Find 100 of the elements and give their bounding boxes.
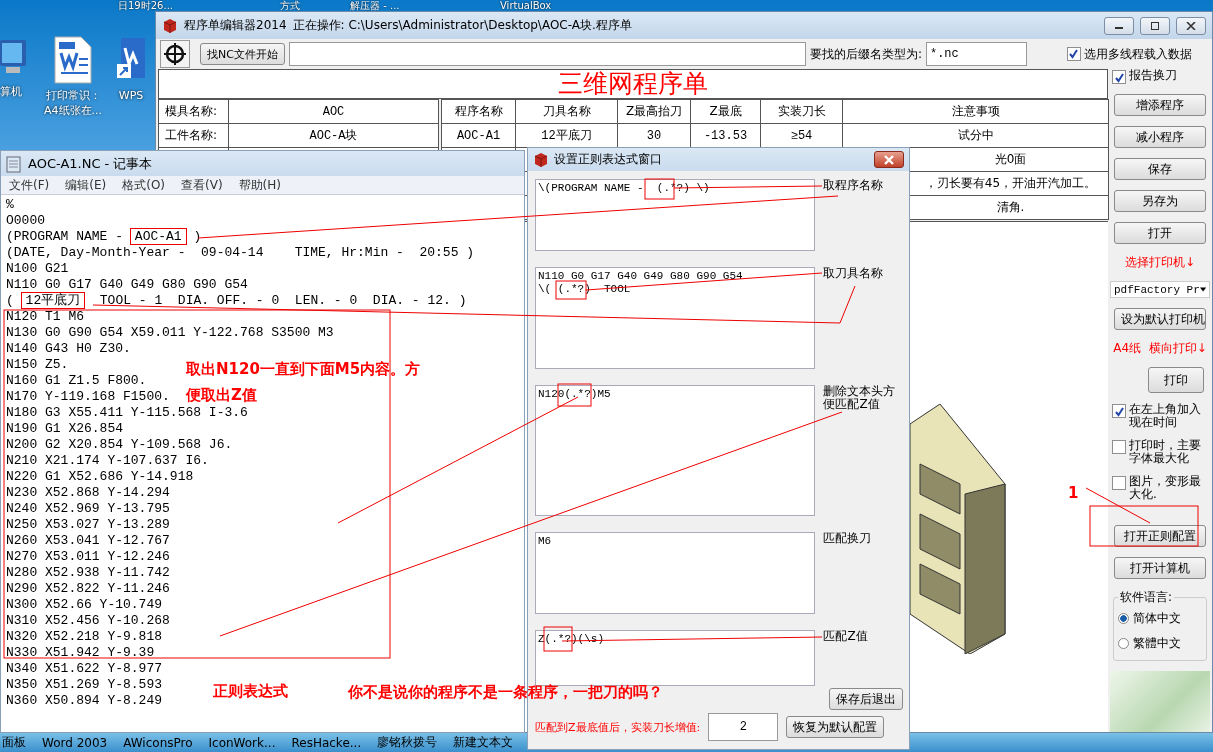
increment-field[interactable]: 2 xyxy=(708,713,779,741)
increment-label: 匹配到Z最底值后，实装刀长增值: xyxy=(535,719,701,735)
side-button[interactable]: 打开计算机 xyxy=(1114,557,1206,579)
side-button[interactable]: 打开 xyxy=(1114,222,1206,244)
code-line: N220 G1 X52.686 Y-14.918 xyxy=(6,469,194,485)
code-line: N260 X53.041 Y-12.767 xyxy=(6,533,170,549)
code-line: N340 X51.622 Y-8.977 xyxy=(6,661,163,677)
app-icon xyxy=(162,17,178,34)
taskbar-item[interactable]: 廖铭秋拨号 xyxy=(377,734,438,751)
crosshair-icon xyxy=(163,42,187,66)
pattern-field[interactable]: N120(.*?)M5 xyxy=(535,385,816,516)
code-line: N250 X53.027 Y-13.289 xyxy=(6,517,170,533)
checkmark-icon xyxy=(1068,48,1080,59)
taskbar-item[interactable]: AWiconsPro xyxy=(123,735,193,750)
code-line: N310 X52.456 Y-10.268 xyxy=(6,613,170,629)
menu-item[interactable]: 格式(O) xyxy=(122,176,166,194)
desktop-icon-label: WPS xyxy=(118,88,144,103)
code-line: N190 G1 X26.854 xyxy=(6,421,124,437)
pattern-label: 取刀具名称 xyxy=(823,267,885,280)
side-button[interactable]: 设为默认打印机 xyxy=(1114,308,1206,330)
side-button[interactable]: 减小程序 xyxy=(1114,126,1206,148)
code-line: N130 G0 G90 G54 X59.011 Y-122.768 S3500 M3 xyxy=(6,325,334,341)
pattern-label: 删除文本头方便匹配Z值 xyxy=(823,385,897,411)
reset-button[interactable]: 恢复为默认配置 xyxy=(786,716,885,738)
code-line: N180 G3 X55.411 Y-115.568 I-3.6 xyxy=(6,405,248,421)
highlight-frame xyxy=(555,280,587,300)
close-button[interactable] xyxy=(1176,16,1206,35)
column-header: 注意事项 xyxy=(842,99,1109,124)
notepad-icon xyxy=(6,154,22,173)
option-checkbox[interactable]: 打印时，主要字体最大化 xyxy=(1112,439,1208,465)
close-button[interactable] xyxy=(874,151,904,168)
find-file-button[interactable]: 找NC文件开始 xyxy=(200,43,285,65)
side-button[interactable]: 打开正则配置 xyxy=(1114,525,1206,547)
maximize-button[interactable] xyxy=(1140,16,1170,35)
column-header: 实装刀长 xyxy=(760,99,843,124)
code-line: ( 12平底刀 TOOL - 1 DIA. OFF. - 0 LEN. - 0 DIA. - 12. ) xyxy=(6,293,467,309)
checkmark-icon xyxy=(1113,405,1125,417)
code-line: N240 X52.969 Y-13.795 xyxy=(6,501,170,517)
window-title: 程序单编辑器2014 xyxy=(184,17,287,34)
side-button[interactable]: 另存为 xyxy=(1114,190,1206,212)
taskbar-item[interactable]: IconWork... xyxy=(208,735,276,750)
code-line: N160 G1 Z1.5 F800. xyxy=(6,373,147,389)
minimize-button[interactable] xyxy=(1104,16,1134,35)
option-checkbox[interactable]: 报告换刀 xyxy=(1112,69,1208,84)
desktop-icon-label: 算机 xyxy=(0,84,22,99)
printer-dropdown[interactable]: pdfFactory Pr xyxy=(1110,281,1210,298)
table-cell: ≥54 xyxy=(760,123,843,148)
side-button[interactable]: 增添程序 xyxy=(1114,94,1206,116)
taskbar-item[interactable]: 面板 xyxy=(2,734,26,751)
table-cell: 试分中 xyxy=(842,123,1109,148)
code-line: N360 X50.894 Y-8.249 xyxy=(6,693,163,709)
column-header: Z最高抬刀 xyxy=(617,99,691,124)
desktop-icon-label: 打印常识：A4纸张在... xyxy=(43,88,103,118)
code-line: N270 X53.011 Y-12.246 xyxy=(6,549,170,565)
code-line: N210 X21.174 Y-107.637 I6. xyxy=(6,453,209,469)
pattern-label: 匹配换刀 xyxy=(823,532,873,545)
language-radio[interactable]: 繁體中文 xyxy=(1118,635,1202,652)
table-cell: AOC-A块 xyxy=(228,123,439,148)
target-button[interactable] xyxy=(160,40,190,68)
code-line: N290 X52.822 Y-11.246 xyxy=(6,581,170,597)
menu-item[interactable]: 编辑(E) xyxy=(65,176,107,194)
desktop-icon-label: 日19时26... xyxy=(118,0,173,11)
annotation-text: 取出N120一直到下面M5内容。方便取出Z值 xyxy=(186,359,422,406)
option-checkbox[interactable]: 在左上角加入现在时间 xyxy=(1112,403,1208,429)
code-line: (PROGRAM NAME - AOC-A1 ) xyxy=(6,229,202,245)
save-exit-button[interactable]: 保存后退出 xyxy=(829,688,903,710)
taskbar-item[interactable]: Word 2003 xyxy=(42,735,108,750)
multithread-checkbox[interactable]: 选用多线程载入数据 xyxy=(1066,45,1192,63)
column-header: 刀具名称 xyxy=(515,99,618,124)
annotation-text: 1 xyxy=(1068,483,1079,504)
print-button[interactable]: 打印 xyxy=(1148,367,1204,393)
table-cell: 12平底刀 xyxy=(515,123,618,148)
annotation-text: 正则表达式 xyxy=(213,681,288,702)
close-icon xyxy=(883,154,895,165)
sheet-title: 三维网程序单 xyxy=(158,69,1108,99)
document-icon[interactable] xyxy=(53,36,93,84)
taskbar-item[interactable]: ResHacke... xyxy=(291,735,362,750)
code-line: N170 Y-119.168 F1500. xyxy=(6,389,170,405)
menu-item[interactable]: 查看(V) xyxy=(181,176,223,194)
suffix-field[interactable]: *.nc xyxy=(925,42,1027,66)
side-button[interactable]: 保存 xyxy=(1114,158,1206,180)
path-field[interactable] xyxy=(288,42,806,66)
suffix-label: 要找的后缀名类型为: xyxy=(809,45,922,63)
menu-item[interactable]: 帮助(H) xyxy=(238,176,281,194)
checkmark-icon xyxy=(1113,71,1125,83)
pattern-field[interactable]: M6 xyxy=(535,532,816,614)
code-line: N120 T1 M6 xyxy=(6,309,84,325)
caret-icon xyxy=(1199,287,1206,292)
desktop-icon-label: VirtualBox xyxy=(500,0,552,11)
desktop-icon-label: 方式 xyxy=(280,0,300,11)
hint-label: A4纸 横向打印↓ xyxy=(1113,340,1207,357)
option-checkbox[interactable]: 图片，变形最大化. xyxy=(1112,475,1208,501)
code-line: N350 X51.269 Y-8.593 xyxy=(6,677,163,693)
code-line: N320 X52.218 Y-9.818 xyxy=(6,629,163,645)
taskbar-item[interactable]: 新建文本文 xyxy=(453,734,514,751)
code-line: N200 G2 X20.854 Y-109.568 J6. xyxy=(6,437,233,453)
menu-item[interactable]: 文件(F) xyxy=(9,176,50,194)
code-line: N280 X52.938 Y-11.742 xyxy=(6,565,170,581)
language-radio[interactable]: 简体中文 xyxy=(1118,610,1202,627)
code-line: N300 X52.66 Y-10.749 xyxy=(6,597,163,613)
